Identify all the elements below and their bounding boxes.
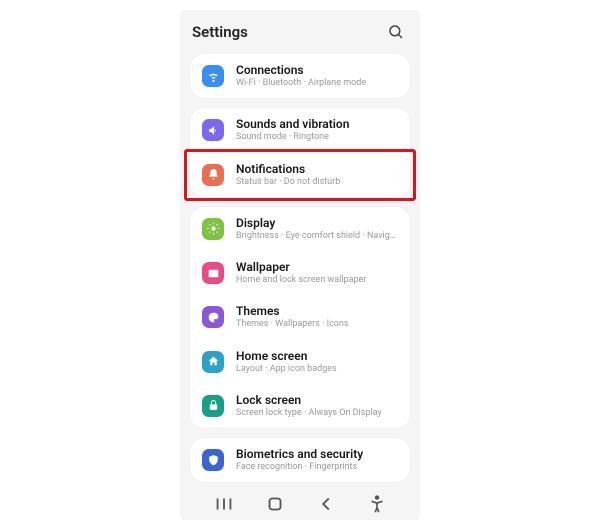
row-notifications[interactable]: Notifications Status bar · Do not distur… xyxy=(190,153,410,197)
header: Settings xyxy=(180,10,420,54)
palette-icon xyxy=(202,306,224,328)
row-connections[interactable]: Connections Wi-Fi · Bluetooth · Airplane… xyxy=(190,54,410,98)
wifi-icon xyxy=(202,65,224,87)
page-title: Settings xyxy=(192,23,384,41)
android-navbar xyxy=(180,488,420,520)
row-title: Biometrics and security xyxy=(236,447,363,462)
sound-icon xyxy=(202,119,224,141)
sun-icon xyxy=(202,218,224,240)
row-subtitle: Status bar · Do not disturb xyxy=(236,177,340,188)
shield-icon xyxy=(202,449,224,471)
home-nav-icon xyxy=(264,493,286,515)
row-title: Connections xyxy=(236,63,366,78)
back-icon xyxy=(315,493,337,515)
row-title: Wallpaper xyxy=(236,260,366,275)
row-subtitle: Wi-Fi · Bluetooth · Airplane mode xyxy=(236,78,366,89)
home-icon xyxy=(202,351,224,373)
search-button[interactable] xyxy=(384,20,408,44)
back-button[interactable] xyxy=(315,493,337,515)
row-subtitle: Home and lock screen wallpaper xyxy=(236,275,366,286)
accessibility-icon xyxy=(366,493,388,515)
settings-screen: Settings Connections Wi-Fi · Bluetooth ·… xyxy=(180,10,420,520)
row-title: Sounds and vibration xyxy=(236,117,349,132)
row-display[interactable]: Display Brightness · Eye comfort shield … xyxy=(190,207,410,251)
search-icon xyxy=(387,23,405,41)
accessibility-button[interactable] xyxy=(366,493,388,515)
settings-group: Biometrics and security Face recognition… xyxy=(190,438,410,482)
settings-group: Connections Wi-Fi · Bluetooth · Airplane… xyxy=(190,54,410,98)
settings-group: Display Brightness · Eye comfort shield … xyxy=(190,207,410,428)
row-home[interactable]: Home screen Layout · App icon badges xyxy=(190,340,410,384)
settings-list: Connections Wi-Fi · Bluetooth · Airplane… xyxy=(180,54,420,488)
home-button[interactable] xyxy=(264,493,286,515)
bell-icon xyxy=(202,164,224,186)
row-subtitle: Face recognition · Fingerprints xyxy=(236,462,363,473)
recents-button[interactable] xyxy=(213,493,235,515)
settings-group: Sounds and vibration Sound mode · Ringto… xyxy=(190,108,410,197)
row-title: Home screen xyxy=(236,349,337,364)
row-lock[interactable]: Lock screen Screen lock type · Always On… xyxy=(190,384,410,428)
row-sounds[interactable]: Sounds and vibration Sound mode · Ringto… xyxy=(190,108,410,152)
row-subtitle: Themes · Wallpapers · Icons xyxy=(236,319,349,330)
row-title: Lock screen xyxy=(236,393,382,408)
row-subtitle: Brightness · Eye comfort shield · Naviga… xyxy=(236,231,398,242)
row-title: Display xyxy=(236,216,398,231)
row-subtitle: Screen lock type · Always On Display xyxy=(236,408,382,419)
image-icon xyxy=(202,262,224,284)
row-subtitle: Sound mode · Ringtone xyxy=(236,132,349,143)
row-subtitle: Layout · App icon badges xyxy=(236,364,337,375)
recents-icon xyxy=(213,493,235,515)
row-title: Notifications xyxy=(236,162,340,177)
lock-icon xyxy=(202,395,224,417)
row-title: Themes xyxy=(236,304,349,319)
row-themes[interactable]: Themes Themes · Wallpapers · Icons xyxy=(190,295,410,339)
row-wallpaper[interactable]: Wallpaper Home and lock screen wallpaper xyxy=(190,251,410,295)
row-biometrics[interactable]: Biometrics and security Face recognition… xyxy=(190,438,410,482)
